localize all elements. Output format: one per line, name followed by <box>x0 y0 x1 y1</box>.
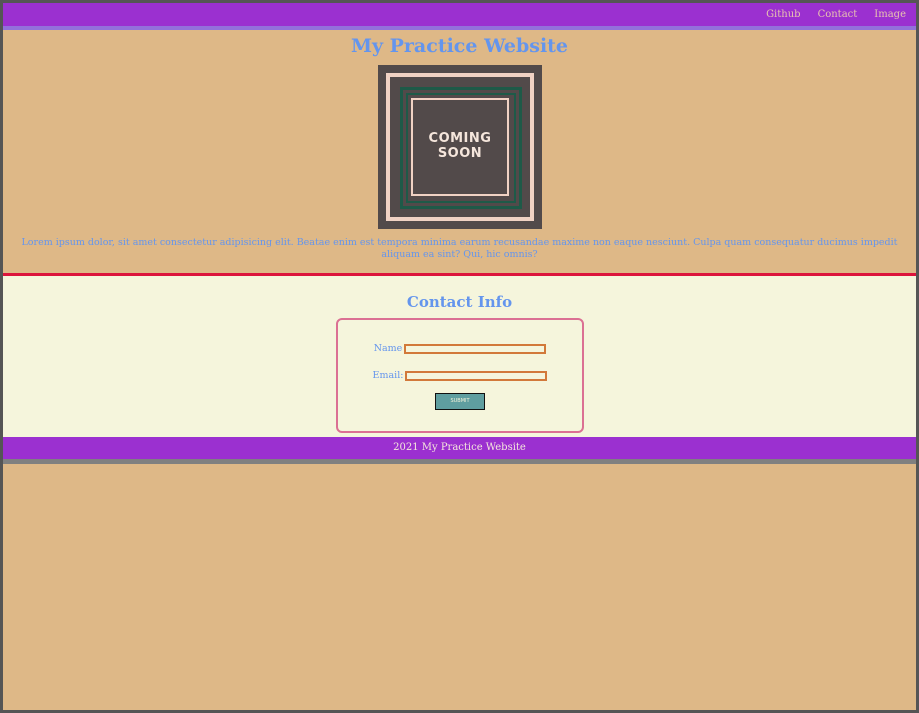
email-label: Email: <box>372 370 404 381</box>
top-navbar: Github Contact Image <box>3 3 916 30</box>
nav-link-contact[interactable]: Contact <box>818 3 858 26</box>
name-row: Name <box>338 343 582 354</box>
coming-soon-line-1: COMING <box>428 131 492 146</box>
name-field[interactable] <box>404 343 547 354</box>
browser-viewport: Github Contact Image My Practice Website… <box>3 3 916 710</box>
nav-link-github[interactable]: Github <box>766 3 801 26</box>
email-field[interactable] <box>405 370 548 381</box>
hero-section: My Practice Website COMING SOON Lorem ip… <box>3 30 916 273</box>
coming-soon-image: COMING SOON <box>378 65 542 229</box>
name-label: Name <box>373 343 403 354</box>
footer-text: 2021 My Practice Website <box>393 442 526 453</box>
submit-button[interactable]: SUBMIT <box>435 393 485 410</box>
site-title: My Practice Website <box>350 35 569 57</box>
coming-soon-line-2: SOON <box>437 146 483 161</box>
contact-section: Contact Info Name Email: SUBMIT <box>3 273 916 437</box>
intro-paragraph: Lorem ipsum dolor, sit amet consectetur … <box>21 237 898 260</box>
coming-soon-text: COMING SOON <box>378 131 542 161</box>
page-footer: 2021 My Practice Website <box>3 437 916 464</box>
nav-link-image[interactable]: Image <box>874 3 906 26</box>
contact-form: Name Email: SUBMIT <box>336 318 584 433</box>
contact-title: Contact Info <box>406 293 513 311</box>
email-row: Email: <box>338 370 582 381</box>
